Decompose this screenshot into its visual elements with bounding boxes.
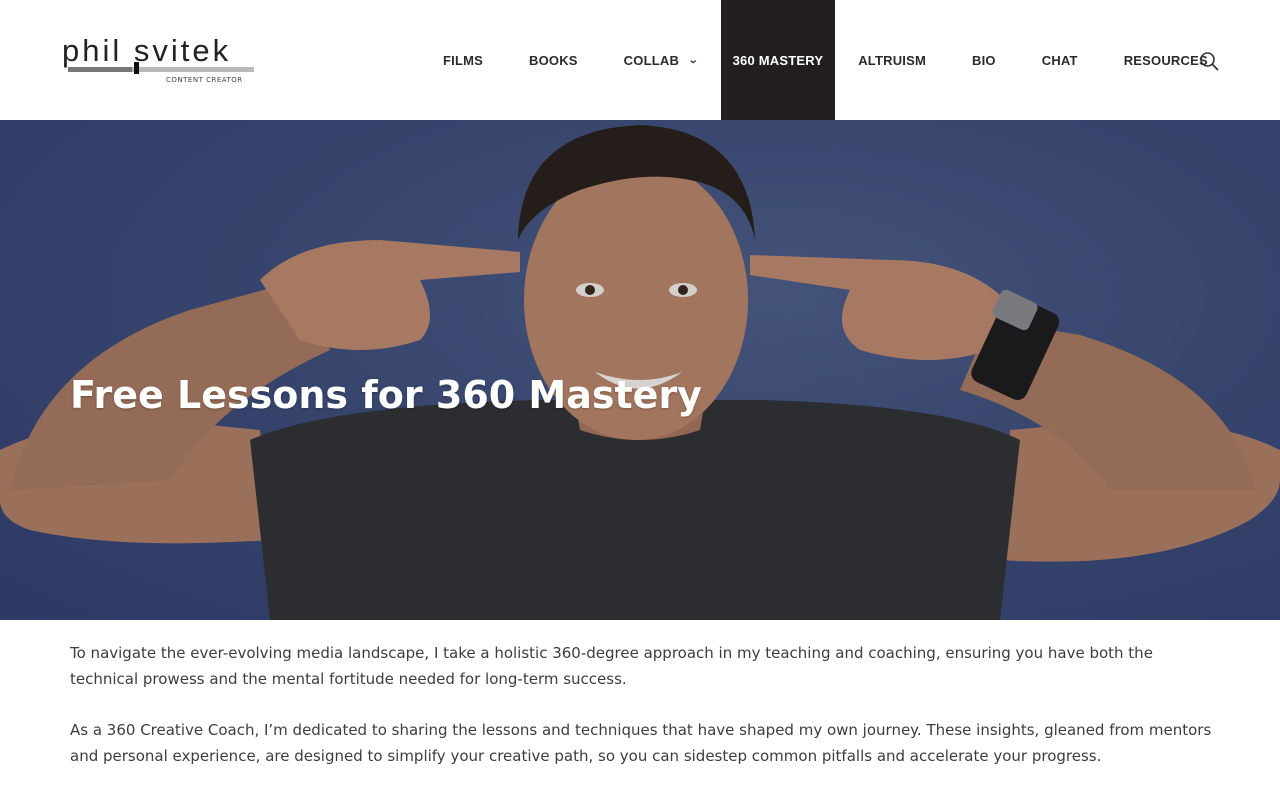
nav-item-label: COLLAB: [623, 52, 680, 68]
logo-bar-accent: [68, 67, 132, 72]
site-logo[interactable]: phil svitek CONTENT CREATOR: [62, 34, 262, 88]
intro-paragraph: To navigate the ever-evolving media land…: [70, 644, 1153, 688]
nav-item-bio[interactable]: BIO: [949, 0, 1019, 120]
nav-item-360-mastery[interactable]: 360 MASTERY: [720, 0, 836, 120]
nav-item-films[interactable]: FILMS: [420, 0, 506, 120]
page-title: Free Lessons for 360 Mastery: [70, 373, 702, 418]
nav-item-chat[interactable]: CHAT: [1019, 0, 1101, 120]
nav-item-label: 360 MASTERY: [732, 52, 824, 68]
nav-item-label: RESOURCES: [1123, 52, 1208, 68]
nav-item-altruism[interactable]: ALTRUISM: [835, 0, 949, 120]
logo-name: phil svitek: [62, 33, 232, 68]
nav-item-label: BIO: [972, 52, 996, 68]
site-header: phil svitek CONTENT CREATOR FILMS BOOKS …: [0, 0, 1280, 120]
nav-item-label: CHAT: [1041, 52, 1078, 68]
logo-tagline: CONTENT CREATOR: [166, 76, 243, 84]
nav-item-collab[interactable]: COLLAB ⌄: [601, 0, 721, 120]
main-content: To navigate the ever-evolving media land…: [70, 640, 1220, 794]
chevron-down-icon: ⌄: [687, 54, 699, 66]
search-icon[interactable]: [1198, 50, 1220, 72]
nav-item-label: ALTRUISM: [858, 52, 927, 68]
hero-overlay: [0, 120, 1280, 620]
nav-item-label: BOOKS: [529, 52, 578, 68]
coach-paragraph: As a 360 Creative Coach, I’m dedicated t…: [70, 721, 1212, 765]
hero-banner: Free Lessons for 360 Mastery: [0, 120, 1280, 620]
logo-notch: [134, 62, 139, 74]
nav-item-books[interactable]: BOOKS: [506, 0, 601, 120]
nav-item-label: FILMS: [443, 52, 483, 68]
main-nav: FILMS BOOKS COLLAB ⌄ 360 MASTERY ALTRUIS…: [420, 0, 1231, 120]
